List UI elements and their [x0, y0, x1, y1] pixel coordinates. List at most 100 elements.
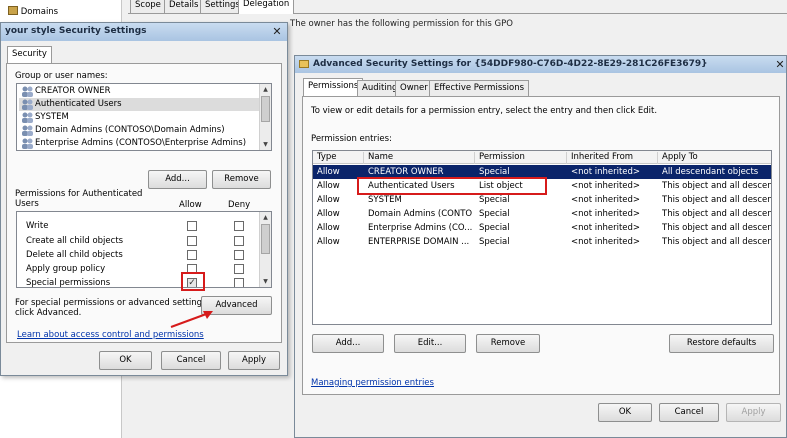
cancel-button[interactable]: Cancel: [659, 403, 719, 422]
dialog-title-bar[interactable]: your style Security Settings ✕: [1, 23, 287, 41]
permissions-label-line2: Users: [15, 199, 39, 209]
list-item-enterprise-admins[interactable]: Enterprise Admins (CONTOSO\Enterprise Ad…: [19, 137, 246, 150]
apply-button[interactable]: Apply: [228, 351, 280, 370]
column-header-type[interactable]: Type: [317, 152, 337, 162]
scroll-thumb[interactable]: [261, 96, 270, 122]
scroll-up-icon[interactable]: ▲: [260, 84, 271, 95]
column-header-name[interactable]: Name: [363, 152, 393, 164]
apply-button[interactable]: Apply: [726, 403, 781, 422]
scroll-down-icon[interactable]: ▼: [260, 276, 271, 287]
cell-permission: Special: [479, 209, 510, 219]
dialog-title-bar[interactable]: Advanced Security Settings for {54DDF980…: [295, 56, 786, 73]
user-group-icon: [21, 99, 34, 110]
managing-permissions-link[interactable]: Managing permission entries: [311, 378, 434, 388]
user-list-scrollbar[interactable]: ▲ ▼: [259, 84, 271, 150]
tab-details[interactable]: Details: [164, 0, 204, 13]
column-header-inherited-from[interactable]: Inherited From: [566, 152, 633, 164]
cell-name: ENTERPRISE DOMAIN ...: [368, 237, 470, 247]
deny-checkbox[interactable]: [234, 278, 244, 287]
permission-row-write: Write: [17, 219, 257, 233]
domain-icon: [8, 6, 18, 15]
authenticated-users-highlight: [357, 177, 547, 195]
ok-button[interactable]: OK: [598, 403, 652, 422]
deny-checkbox[interactable]: [234, 250, 244, 260]
restore-defaults-button[interactable]: Restore defaults: [669, 334, 774, 353]
permission-row-create-children: Create all child objects: [17, 234, 257, 248]
permission-name: Write: [26, 221, 49, 231]
ok-button[interactable]: OK: [99, 351, 152, 370]
allow-checkbox[interactable]: [187, 221, 197, 231]
list-item-authenticated-users[interactable]: Authenticated Users: [19, 98, 259, 111]
user-list: CREATOR OWNER Authenticated Users SYSTEM…: [16, 83, 272, 151]
close-icon[interactable]: ✕: [774, 58, 786, 71]
add-user-button[interactable]: Add...: [148, 170, 207, 189]
permission-row-apply-gp: Apply group policy: [17, 262, 257, 276]
tab-owner[interactable]: Owner: [395, 80, 433, 96]
cell-inherited-from: <not inherited>: [571, 209, 641, 219]
user-group-icon: [21, 138, 34, 149]
deny-checkbox[interactable]: [234, 236, 244, 246]
cell-name: SYSTEM: [368, 195, 402, 205]
entries-label: Permission entries:: [311, 134, 392, 144]
list-item-system[interactable]: SYSTEM: [19, 111, 69, 124]
column-header-permission[interactable]: Permission: [474, 152, 525, 164]
learn-access-control-link[interactable]: Learn about access control and permissio…: [17, 330, 204, 340]
tree-item-domains[interactable]: Domains: [8, 6, 58, 18]
scroll-down-icon[interactable]: ▼: [260, 139, 271, 150]
allow-header: Allow: [179, 200, 202, 210]
permissions-list: Write Create all child objects Delete al…: [16, 211, 272, 288]
tab-security[interactable]: Security: [7, 46, 52, 64]
cell-type: Allow: [317, 209, 340, 219]
scroll-thumb[interactable]: [261, 224, 270, 254]
column-header-apply-to[interactable]: Apply To: [657, 152, 698, 164]
table-row[interactable]: Allow Domain Admins (CONTO... Special <n…: [313, 207, 772, 221]
permissions-label-line1: Permissions for Authenticated: [15, 189, 143, 199]
list-item-creator-owner[interactable]: CREATOR OWNER: [19, 85, 111, 98]
tab-delegation[interactable]: Delegation: [238, 0, 295, 14]
list-item-domain-admins[interactable]: Domain Admins (CONTOSO\Domain Admins): [19, 124, 225, 137]
permission-row-delete-children: Delete all child objects: [17, 248, 257, 262]
tree-item-label: Domains: [20, 7, 59, 17]
cell-type: Allow: [317, 195, 340, 205]
tab-permissions[interactable]: Permissions: [303, 78, 364, 96]
cell-permission: Special: [479, 223, 510, 233]
tab-effective-permissions[interactable]: Effective Permissions: [429, 80, 530, 96]
cell-type: Allow: [317, 237, 340, 247]
cell-type: Allow: [317, 167, 340, 177]
cell-inherited-from: <not inherited>: [571, 167, 641, 177]
background-tabbar: Scope Details Settings Delegation: [128, 0, 787, 14]
user-group-icon: [21, 125, 34, 136]
cell-inherited-from: <not inherited>: [571, 195, 641, 205]
close-icon[interactable]: ✕: [270, 25, 284, 38]
table-row[interactable]: Allow ENTERPRISE DOMAIN ... Special <not…: [313, 235, 772, 249]
permission-row-special: Special permissions ✓: [17, 276, 257, 287]
instruction-text: To view or edit details for a permission…: [311, 106, 658, 116]
table-row[interactable]: Allow Enterprise Admins (CO... Special <…: [313, 221, 772, 235]
cell-apply-to: This object and all descen...: [662, 181, 772, 191]
permissions-scrollbar[interactable]: ▲ ▼: [259, 212, 271, 287]
deny-checkbox[interactable]: [234, 264, 244, 274]
permissions-label: Permissions for Authenticated Users: [15, 189, 142, 209]
remove-entry-button[interactable]: Remove: [476, 334, 540, 353]
allow-checkbox[interactable]: [187, 250, 197, 260]
cancel-button[interactable]: Cancel: [161, 351, 221, 370]
cell-apply-to: This object and all descen...: [662, 223, 772, 233]
permission-name: Delete all child objects: [26, 250, 123, 260]
security-settings-dialog: your style Security Settings ✕ Security …: [0, 22, 288, 376]
cell-permission: Special: [479, 237, 510, 247]
cell-apply-to: This object and all descen...: [662, 237, 772, 247]
table-row[interactable]: Allow SYSTEM Special <not inherited> Thi…: [313, 193, 771, 207]
group-label: Group or user names:: [15, 71, 108, 81]
cell-apply-to: This object and all descen...: [662, 209, 772, 219]
edit-entry-button[interactable]: Edit...: [394, 334, 466, 353]
remove-user-button[interactable]: Remove: [212, 170, 271, 189]
cell-type: Allow: [317, 181, 340, 191]
dialog-title: your style Security Settings: [5, 26, 147, 36]
add-entry-button[interactable]: Add...: [312, 334, 384, 353]
advanced-security-dialog: Advanced Security Settings for {54DDF980…: [294, 55, 787, 438]
tab-scope[interactable]: Scope: [130, 0, 166, 13]
cell-name: Enterprise Admins (CO...: [368, 223, 472, 233]
allow-checkbox[interactable]: [187, 236, 197, 246]
scroll-up-icon[interactable]: ▲: [260, 212, 271, 223]
deny-checkbox[interactable]: [234, 221, 244, 231]
